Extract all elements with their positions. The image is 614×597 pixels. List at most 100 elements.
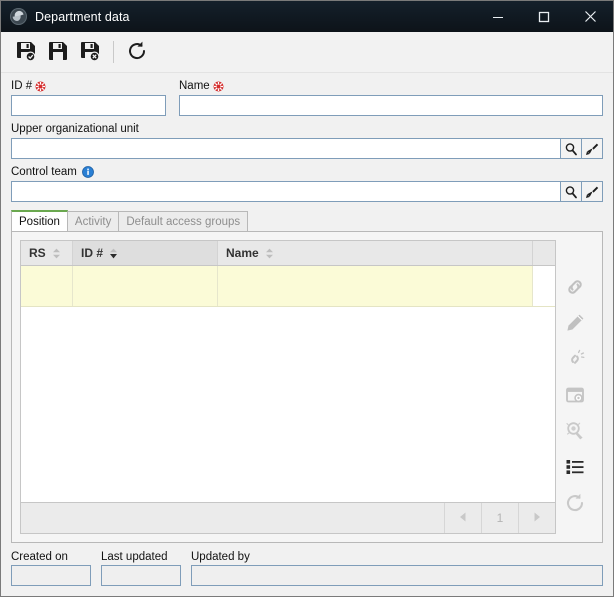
tab-position-label: Position [19,215,60,228]
control-team-row [11,181,603,202]
last-updated-input[interactable] [101,565,181,586]
brush-icon [585,185,599,199]
unlink-button[interactable] [560,344,590,374]
magnifier-icon [564,142,578,156]
name-input[interactable] [179,95,603,116]
name-field-label: Name [179,80,210,92]
save-new-button[interactable] [11,37,41,67]
grid-body [21,266,555,502]
control-team-group: Control team [11,165,603,202]
globe-icon [10,8,27,25]
pagination-prev-button[interactable] [444,503,481,533]
save-close-button[interactable] [75,37,105,67]
upper-org-unit-group: Upper organizational unit [11,122,603,159]
position-grid: RS ID # Name 1 [20,240,556,534]
name-field-label-wrap: Name [179,79,603,93]
id-field-label-wrap: ID # [11,79,166,93]
grid-refresh-button[interactable] [560,488,590,518]
maximize-icon[interactable] [521,1,567,32]
column-header-id-label: ID # [81,246,104,260]
stamp-seal-icon [564,420,586,442]
cell-rs[interactable] [21,266,73,306]
column-header-id[interactable]: ID # [73,241,218,265]
updated-by-label: Updated by [191,551,250,563]
refresh-icon [564,492,586,514]
window-controls [475,1,613,32]
record-metadata-footer: Created on Last updated Updated by [1,543,613,596]
updated-by-group: Updated by [191,551,603,586]
brush-icon [585,142,599,156]
upper-org-unit-search-button[interactable] [561,138,582,159]
upper-org-unit-label: Upper organizational unit [11,123,139,135]
control-team-search-button[interactable] [561,181,582,202]
updated-by-input[interactable] [191,565,603,586]
refresh-icon [126,40,148,65]
list-icon [564,456,586,478]
control-team-clear-button[interactable] [582,181,603,202]
control-team-label: Control team [11,166,77,178]
created-on-input[interactable] [11,565,91,586]
created-on-label: Created on [11,551,68,563]
column-header-rs-label: RS [29,246,46,260]
edit-button[interactable] [560,308,590,338]
sort-both-icon [265,248,274,259]
created-on-group: Created on [11,551,91,586]
upper-org-unit-clear-button[interactable] [582,138,603,159]
id-name-row: ID # Name [11,79,603,116]
upper-org-unit-input[interactable] [11,138,561,159]
position-tab-panel: RS ID # Name 1 [11,231,603,543]
sort-desc-icon [109,248,118,259]
broken-chain-icon [564,348,586,370]
department-data-window: Department data ID # Name Upper organiza… [0,0,614,597]
refresh-button[interactable] [122,37,152,67]
chain-link-icon [564,276,586,298]
id-field-label: ID # [11,80,33,92]
card-button[interactable] [560,380,590,410]
cell-name[interactable] [218,266,533,306]
form-area: ID # Name Upper organizational unit Cont… [1,73,613,202]
close-icon[interactable] [567,1,613,32]
table-row[interactable] [21,266,555,307]
pagination-page-number[interactable]: 1 [481,503,518,533]
grid-header-row: RS ID # Name [21,241,555,266]
required-marker-icon [35,81,46,92]
name-field-group: Name [179,79,603,116]
toolbar-separator [113,41,114,63]
sort-both-icon [52,248,61,259]
list-button[interactable] [560,452,590,482]
floppy-icon [47,40,69,65]
tab-position[interactable]: Position [11,210,68,231]
link-button[interactable] [560,272,590,302]
titlebar: Department data [1,1,613,32]
grid-footer: 1 [21,502,555,533]
column-header-name[interactable]: Name [218,241,533,265]
minimize-icon[interactable] [475,1,521,32]
control-team-label-wrap: Control team [11,165,603,179]
floppy-add-icon [15,40,37,65]
upper-org-unit-row [11,138,603,159]
tab-activity[interactable]: Activity [66,211,120,231]
floppy-delete-icon [79,40,101,65]
triangle-right-icon [532,511,542,526]
cell-id[interactable] [73,266,218,306]
window-card-icon [564,384,586,406]
control-team-input[interactable] [11,181,561,202]
tab-strip: Position Activity Default access groups [11,210,603,231]
stamp-button[interactable] [560,416,590,446]
id-input[interactable] [11,95,166,116]
info-icon[interactable] [81,166,94,178]
save-button[interactable] [43,37,73,67]
magnifier-icon [564,185,578,199]
id-field-group: ID # [11,79,166,116]
main-toolbar [1,32,613,73]
column-header-rs[interactable]: RS [21,241,73,265]
triangle-left-icon [458,511,468,526]
last-updated-label: Last updated [101,551,168,563]
pagination-next-button[interactable] [518,503,555,533]
required-marker-icon [213,81,224,92]
tab-default-access-groups-label: Default access groups [126,215,241,228]
grid-side-toolbar [556,240,594,534]
tab-default-access-groups[interactable]: Default access groups [118,211,249,231]
window-title: Department data [35,9,130,24]
column-header-gutter [533,241,555,265]
